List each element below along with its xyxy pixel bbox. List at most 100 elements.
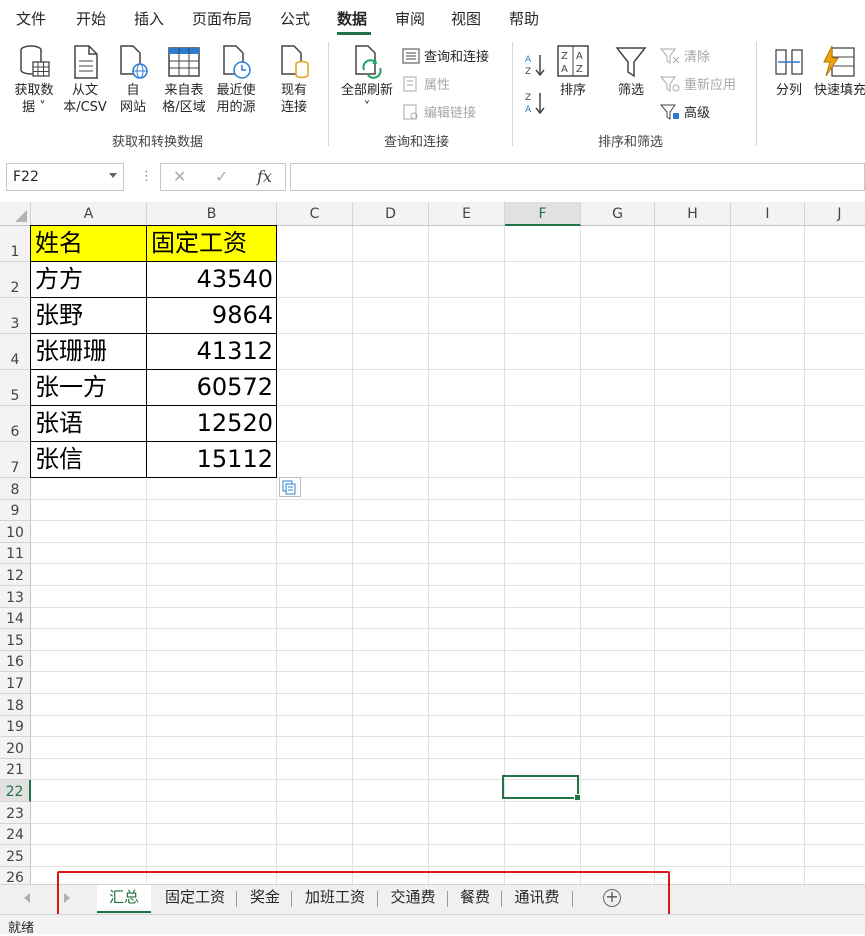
column-header-d[interactable]: D xyxy=(353,202,429,226)
row-header-10[interactable]: 10 xyxy=(0,521,31,543)
flash-fill-button[interactable]: 快速填充 xyxy=(814,44,865,99)
name-cell[interactable]: 张珊珊 xyxy=(31,334,147,370)
reapply-button[interactable]: 重新应用 xyxy=(660,74,736,93)
chevron-down-icon[interactable] xyxy=(109,173,117,178)
name-cell[interactable]: 张信 xyxy=(31,442,147,478)
refresh-all-button[interactable]: 全部刷新 ˅ xyxy=(336,44,398,116)
clear-filter-button[interactable]: 清除 xyxy=(660,46,710,65)
column-header-c[interactable]: C xyxy=(277,202,353,226)
recent-sources-button[interactable]: 最近使 用的源 xyxy=(210,44,262,116)
tab-help[interactable]: 帮助 xyxy=(509,8,539,29)
row-header-25[interactable]: 25 xyxy=(0,845,31,867)
row-header-9[interactable]: 9 xyxy=(0,499,31,522)
column-header-b[interactable]: B xyxy=(147,202,277,226)
enter-icon[interactable]: ✓ xyxy=(215,167,228,186)
from-text-csv-button[interactable]: 从文 本/CSV xyxy=(60,44,110,116)
name-cell[interactable]: 张语 xyxy=(31,406,147,442)
row-header-6[interactable]: 6 xyxy=(0,406,31,442)
advanced-filter-button[interactable]: 高级 xyxy=(660,102,710,121)
salary-cell[interactable]: 12520 xyxy=(147,406,277,442)
row-header-23[interactable]: 23 xyxy=(0,802,31,824)
row-header-1[interactable]: 1 xyxy=(0,226,31,262)
cancel-icon[interactable]: ✕ xyxy=(173,167,186,186)
tab-file[interactable]: 文件 xyxy=(16,8,46,29)
web-globe-icon xyxy=(120,45,148,79)
tab-insert[interactable]: 插入 xyxy=(134,8,164,29)
name-cell[interactable]: 张野 xyxy=(31,298,147,334)
row-header-26[interactable]: 26 xyxy=(0,866,31,884)
row-header-2[interactable]: 2 xyxy=(0,262,31,298)
tab-review[interactable]: 审阅 xyxy=(395,8,425,29)
row-header-14[interactable]: 14 xyxy=(0,607,31,630)
row-header-12[interactable]: 12 xyxy=(0,564,31,586)
scroll-left-icon[interactable] xyxy=(24,893,30,903)
table-border xyxy=(30,261,277,262)
tab-home[interactable]: 开始 xyxy=(76,8,106,29)
sort-button[interactable]: Z A A Z 排序 xyxy=(552,44,594,99)
row-header-22[interactable]: 22 xyxy=(0,780,31,802)
row-number: 17 xyxy=(6,675,24,692)
salary-cell[interactable]: 60572 xyxy=(147,370,277,406)
name-box[interactable]: F22 xyxy=(6,163,124,191)
salary-cell[interactable]: 9864 xyxy=(147,298,277,334)
active-cell-f22[interactable] xyxy=(502,775,581,801)
column-header-i[interactable]: I xyxy=(731,202,805,226)
column-header-f[interactable]: F xyxy=(505,202,581,226)
text-to-columns-button[interactable]: 分列 xyxy=(768,44,810,99)
row-header-7[interactable]: 7 xyxy=(0,442,31,478)
tab-view[interactable]: 视图 xyxy=(451,8,481,29)
row-header-4[interactable]: 4 xyxy=(0,334,31,370)
paste-options-button[interactable] xyxy=(279,477,301,497)
fill-handle[interactable] xyxy=(574,794,581,801)
from-table-range-button[interactable]: 来自表 格/区域 xyxy=(158,44,210,116)
table-header-cell[interactable]: 固定工资 xyxy=(147,226,277,262)
edit-links-button[interactable]: 编辑链接 xyxy=(402,102,476,121)
column-header-h[interactable]: H xyxy=(655,202,731,226)
reapply-label: 重新应用 xyxy=(684,78,737,93)
row-header-11[interactable]: 11 xyxy=(0,542,31,565)
row-header-24[interactable]: 24 xyxy=(0,823,31,846)
tab-page-layout[interactable]: 页面布局 xyxy=(192,8,252,29)
row-header-19[interactable]: 19 xyxy=(0,715,31,738)
name-cell[interactable]: 张一方 xyxy=(31,370,147,406)
formula-input[interactable] xyxy=(290,163,865,191)
worksheet-grid[interactable]: ABCDEFGHIJ 1 2 3 4 5 6 7 8 9 10 11 12 13 14 15 16 17 18 19… xyxy=(0,202,865,884)
paste-options-icon xyxy=(282,480,296,495)
row-header-16[interactable]: 16 xyxy=(0,650,31,673)
row-header-21[interactable]: 21 xyxy=(0,758,31,781)
get-data-button[interactable]: 获取数 据 ˅ xyxy=(8,44,60,116)
row-header-20[interactable]: 20 xyxy=(0,737,31,759)
tab-formulas[interactable]: 公式 xyxy=(280,8,310,29)
salary-cell[interactable]: 43540 xyxy=(147,262,277,298)
row-header-17[interactable]: 17 xyxy=(0,672,31,694)
salary-cell[interactable]: 41312 xyxy=(147,334,277,370)
table-header-cell[interactable]: 姓名 xyxy=(31,226,147,262)
row-header-18[interactable]: 18 xyxy=(0,694,31,716)
row-header-15[interactable]: 15 xyxy=(0,629,31,651)
existing-connections-button[interactable]: 现有 连接 xyxy=(270,44,318,116)
sort-ascending-button[interactable]: A Z xyxy=(524,52,548,78)
sort-descending-button[interactable]: Z A xyxy=(524,90,548,116)
row-header-5[interactable]: 5 xyxy=(0,370,31,406)
queries-connections-button[interactable]: 查询和连接 xyxy=(402,46,489,65)
properties-button[interactable]: 属性 xyxy=(402,74,450,93)
row-header-13[interactable]: 13 xyxy=(0,586,31,608)
salary-cell[interactable]: 15112 xyxy=(147,442,277,478)
select-all-corner[interactable] xyxy=(0,202,31,226)
gridline xyxy=(31,628,865,630)
row-number: 23 xyxy=(6,805,24,822)
row-header-8[interactable]: 8 xyxy=(0,478,31,500)
insert-function-icon[interactable]: fx xyxy=(257,167,272,186)
column-header-g[interactable]: G xyxy=(581,202,655,226)
tab-data[interactable]: 数据 xyxy=(337,8,367,29)
row-number: 20 xyxy=(6,740,24,757)
filter-button[interactable]: 筛选 xyxy=(610,44,652,99)
column-header-a[interactable]: A xyxy=(31,202,147,226)
row-number: 5 xyxy=(10,388,20,404)
from-web-button[interactable]: 自 网站 xyxy=(112,44,154,116)
column-header-j[interactable]: J xyxy=(805,202,865,226)
row-header-3[interactable]: 3 xyxy=(0,298,31,334)
name-cell[interactable]: 方方 xyxy=(31,262,147,298)
gridline xyxy=(31,520,865,522)
column-header-e[interactable]: E xyxy=(429,202,505,226)
